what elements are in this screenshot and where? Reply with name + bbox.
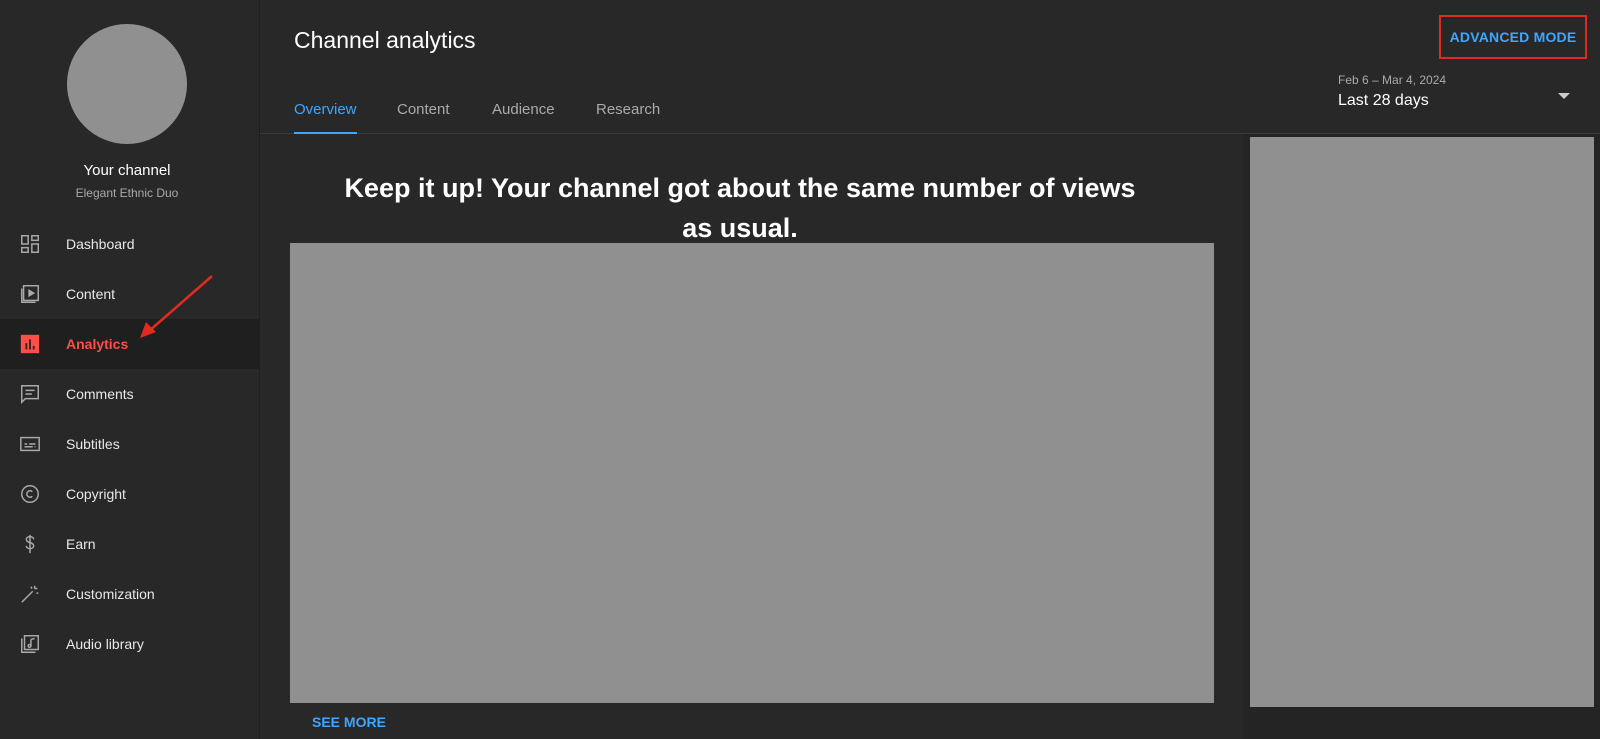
annotation-arrow — [140, 275, 213, 338]
sidebar-item-label: Earn — [66, 536, 96, 552]
tab-overview[interactable]: Overview — [294, 84, 357, 135]
tab-content[interactable]: Content — [397, 84, 450, 134]
date-range-period: Last 28 days — [1338, 92, 1429, 109]
sidebar-item-audio-library[interactable]: Audio library — [0, 619, 260, 669]
copyright-icon — [18, 482, 42, 506]
tab-research[interactable]: Research — [596, 84, 660, 134]
page-title: Channel analytics — [294, 27, 476, 53]
sidebar: Your channel Elegant Ethnic Duo Dashboar… — [0, 0, 260, 739]
sidebar-item-label: Copyright — [66, 486, 126, 502]
magic-wand-icon — [18, 582, 42, 606]
sidebar-item-dashboard[interactable]: Dashboard — [0, 219, 260, 269]
sidebar-item-label: Analytics — [66, 336, 129, 352]
advanced-mode-button[interactable]: ADVANCED MODE — [1439, 15, 1587, 59]
sidebar-item-label: Audio library — [66, 636, 144, 652]
sidebar-item-earn[interactable]: Earn — [0, 519, 260, 569]
sidebar-item-customization[interactable]: Customization — [0, 569, 260, 619]
date-range-dates: Feb 6 – Mar 4, 2024 — [1338, 73, 1447, 87]
content-icon — [18, 282, 42, 306]
subtitles-icon — [18, 432, 42, 456]
sidebar-item-label: Comments — [66, 386, 134, 402]
app-window: Your channel Elegant Ethnic Duo Dashboar… — [0, 0, 1600, 739]
sidebar-item-subtitles[interactable]: Subtitles — [0, 419, 260, 469]
audio-library-icon — [18, 632, 42, 656]
sidebar-item-label: Subtitles — [66, 436, 120, 452]
right-card-placeholder — [1250, 137, 1594, 707]
channel-name: Elegant Ethnic Duo — [75, 186, 179, 200]
chart-placeholder — [290, 243, 1214, 703]
channel-title[interactable]: Your channel — [0, 162, 254, 179]
analytics-icon — [18, 332, 42, 356]
sidebar-item-label: Dashboard — [66, 236, 135, 252]
overview-headline: Keep it up! Your channel got about the s… — [344, 173, 1136, 243]
comments-icon — [18, 382, 42, 406]
sidebar-item-comments[interactable]: Comments — [0, 369, 260, 419]
date-range-selector[interactable]: Feb 6 – Mar 4, 2024 Last 28 days — [1338, 73, 1578, 117]
sidebar-item-label: Content — [66, 286, 116, 302]
chevron-down-icon — [1558, 93, 1570, 99]
sidebar-item-copyright[interactable]: Copyright — [0, 469, 260, 519]
dollar-icon — [18, 532, 42, 556]
see-more-link[interactable]: SEE MORE — [312, 714, 386, 730]
sidebar-item-label: Customization — [66, 586, 155, 602]
tab-audience[interactable]: Audience — [492, 84, 555, 134]
channel-avatar[interactable] — [67, 24, 187, 144]
dashboard-icon — [18, 232, 42, 256]
